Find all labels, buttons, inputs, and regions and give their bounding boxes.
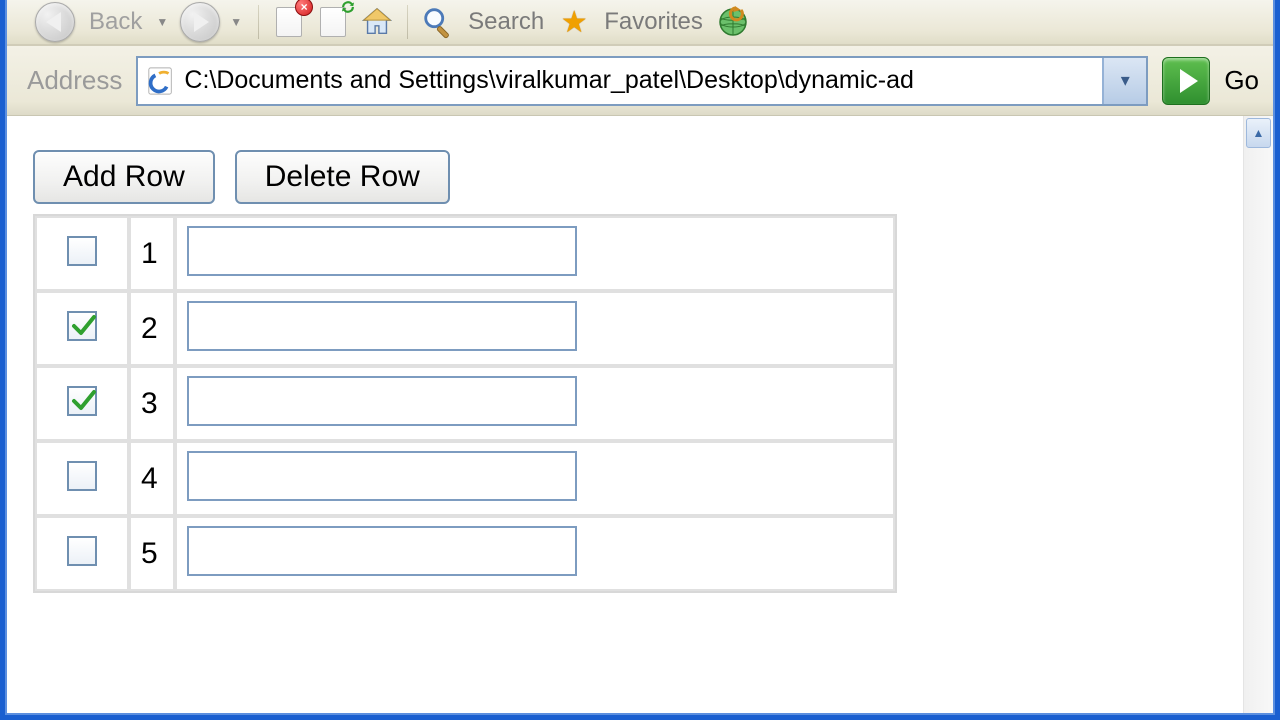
window-inner: Back ▼ ▼ × [5,0,1275,715]
refresh-arrows-icon [339,0,357,16]
stop-button[interactable]: × [271,4,307,40]
address-bar: Address C:\Documents and Settings\viralk… [7,46,1273,116]
checkbox-cell [35,366,129,441]
arrow-right-icon [194,12,209,32]
forward-dropdown-icon[interactable]: ▼ [230,15,242,29]
go-arrow-icon [1180,69,1198,93]
table-row: 2 [35,291,895,366]
search-label: Search [468,8,544,36]
input-cell [175,291,895,366]
table-row: 1 [35,216,895,291]
delete-row-button[interactable]: Delete Row [235,150,450,204]
star-icon: ★ [561,5,588,40]
input-cell [175,366,895,441]
table-row: 5 [35,516,895,591]
scroll-up-button[interactable]: ▲ [1246,118,1271,148]
row-number: 4 [129,441,175,516]
toolbar-separator [407,5,408,39]
row-number: 3 [129,366,175,441]
row-text-input[interactable] [187,301,577,351]
input-cell [175,216,895,291]
favorites-button[interactable]: ★ [556,4,592,40]
toolbar-separator [258,5,259,39]
table-row: 4 [35,441,895,516]
home-button[interactable] [359,4,395,40]
address-value[interactable]: C:\Documents and Settings\viralkumar_pat… [184,58,1102,104]
main-toolbar: Back ▼ ▼ × [7,0,1273,46]
address-combobox[interactable]: C:\Documents and Settings\viralkumar_pat… [136,56,1148,106]
checkbox-cell [35,216,129,291]
vertical-scrollbar[interactable]: ▲ [1243,116,1273,713]
ie-page-icon [138,58,184,104]
row-number: 1 [129,216,175,291]
forward-button[interactable] [180,2,220,42]
row-number: 5 [129,516,175,591]
back-label: Back [89,8,142,36]
row-checkbox[interactable] [67,461,97,491]
back-dropdown-icon[interactable]: ▼ [156,15,168,29]
refresh-button[interactable] [315,4,351,40]
go-button[interactable] [1162,57,1210,105]
rows-table: 12345 [33,214,897,593]
row-checkbox[interactable] [67,536,97,566]
table-row: 3 [35,366,895,441]
favorites-label: Favorites [604,8,703,36]
row-checkbox[interactable] [67,236,97,266]
page-content: Add Row Delete Row 12345 [7,116,1243,713]
row-checkbox[interactable] [67,311,97,341]
checkbox-cell [35,516,129,591]
row-text-input[interactable] [187,526,577,576]
row-checkbox[interactable] [67,386,97,416]
row-text-input[interactable] [187,226,577,276]
stop-x-icon: × [295,0,313,16]
add-row-button[interactable]: Add Row [33,150,215,204]
row-text-input[interactable] [187,451,577,501]
checkbox-cell [35,441,129,516]
arrow-left-icon [46,12,61,32]
go-label: Go [1224,65,1259,96]
input-cell [175,441,895,516]
back-button[interactable] [35,2,75,42]
address-label: Address [27,65,122,96]
checkbox-cell [35,291,129,366]
input-cell [175,516,895,591]
row-number: 2 [129,291,175,366]
search-button[interactable] [420,4,456,40]
row-text-input[interactable] [187,376,577,426]
action-bar: Add Row Delete Row [33,150,1217,204]
address-dropdown-button[interactable]: ▾ [1102,58,1146,104]
browser-window: Back ▼ ▼ × [0,0,1280,720]
content-area: Add Row Delete Row 12345 ▲ [7,116,1273,713]
history-button[interactable] [715,4,751,40]
